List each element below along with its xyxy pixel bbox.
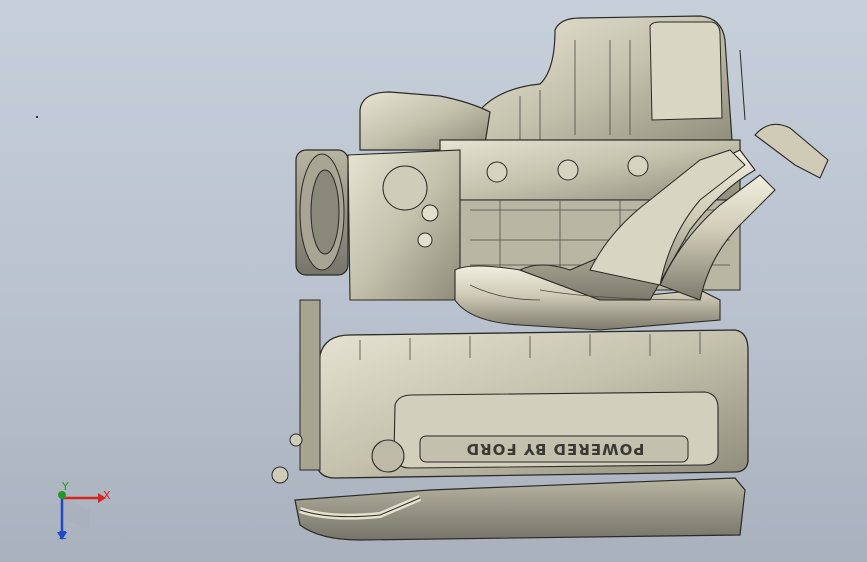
z-axis-label: Z: [59, 529, 67, 542]
triad-plane: [62, 498, 90, 530]
x-axis-label: X: [103, 489, 111, 502]
valve-cover: POWERED BY FORD: [315, 329, 749, 479]
intake-plenum: [359, 15, 746, 151]
valve-cover-lettering: POWERED BY FORD: [466, 440, 645, 458]
front-pulley: [295, 149, 461, 301]
graphics-viewport[interactable]: POWERED BY FORD X Y Z: [0, 0, 867, 562]
engine-model[interactable]: POWERED BY FORD: [0, 0, 867, 562]
axis-triad: X Y Z: [40, 480, 120, 550]
y-axis-label: Y: [62, 480, 69, 493]
